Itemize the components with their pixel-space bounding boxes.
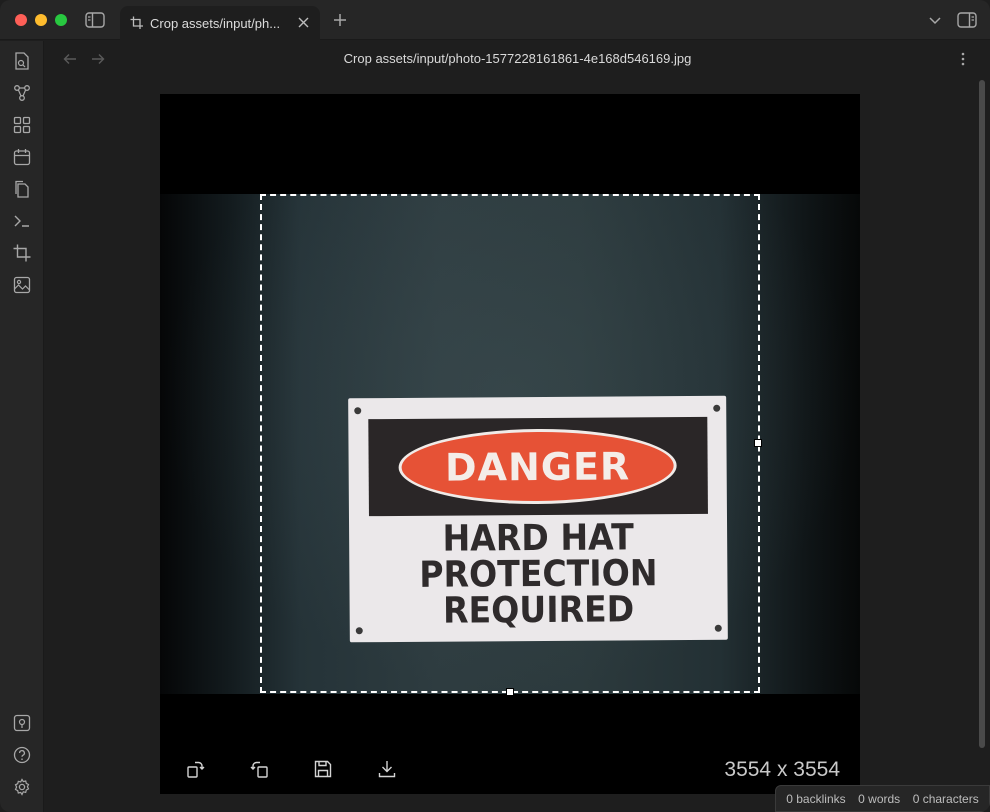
crop-handle-bottom[interactable] — [506, 688, 514, 696]
vault-switcher-icon[interactable] — [12, 713, 32, 733]
rotate-left-icon[interactable] — [248, 758, 270, 780]
crop-selection[interactable] — [260, 194, 760, 693]
app-window: Crop assets/input/ph... Crop assets/inpu… — [0, 0, 990, 812]
chevron-down-icon[interactable] — [926, 12, 944, 30]
title-bar: Crop assets/input/ph... — [0, 0, 990, 40]
crop-canvas[interactable]: DANGER HARD HAT PROTECTION REQUIRED 3554… — [160, 94, 860, 794]
help-icon[interactable] — [12, 745, 32, 765]
word-count: 0 words — [858, 791, 901, 806]
window-minimize-button[interactable] — [35, 14, 47, 26]
command-palette-icon[interactable] — [12, 211, 32, 231]
view-title: Crop assets/input/photo-1577228161861-4e… — [343, 51, 692, 66]
window-close-button[interactable] — [15, 14, 27, 26]
vertical-scrollbar[interactable] — [979, 80, 985, 748]
window-maximize-button[interactable] — [55, 14, 67, 26]
graph-view-icon[interactable] — [12, 83, 32, 103]
view-header: Crop assets/input/photo-1577228161861-4e… — [45, 41, 990, 77]
left-ribbon — [0, 41, 44, 812]
close-tab-icon[interactable] — [296, 15, 310, 29]
daily-notes-icon[interactable] — [12, 147, 32, 167]
backlinks-count[interactable]: 0 backlinks — [786, 792, 845, 806]
crop-icon — [130, 16, 144, 30]
tab-label: Crop assets/input/ph... — [150, 15, 281, 31]
templates-icon[interactable] — [12, 179, 32, 199]
more-options-icon[interactable] — [955, 51, 971, 67]
canvas-icon[interactable] — [12, 115, 32, 135]
settings-icon[interactable] — [12, 777, 32, 797]
download-icon[interactable] — [376, 758, 398, 780]
new-tab-icon[interactable] — [330, 10, 350, 30]
character-count: 0 characters — [912, 791, 979, 806]
sidebar-toggle-icon[interactable] — [84, 10, 106, 30]
image-dimensions: 3554 x 3554 — [724, 758, 840, 781]
image-icon[interactable] — [12, 275, 32, 295]
crop-handle-right[interactable] — [754, 439, 762, 447]
crop-icon[interactable] — [12, 243, 32, 263]
status-bar: 0 backlinks 0 words 0 characters — [775, 785, 990, 812]
tab-crop-image[interactable]: Crop assets/input/ph... — [120, 6, 320, 40]
save-icon[interactable] — [312, 758, 334, 780]
rotate-right-icon[interactable] — [185, 758, 207, 780]
open-quick-switcher-icon[interactable] — [12, 51, 32, 71]
right-sidebar-toggle-icon[interactable] — [956, 10, 978, 30]
